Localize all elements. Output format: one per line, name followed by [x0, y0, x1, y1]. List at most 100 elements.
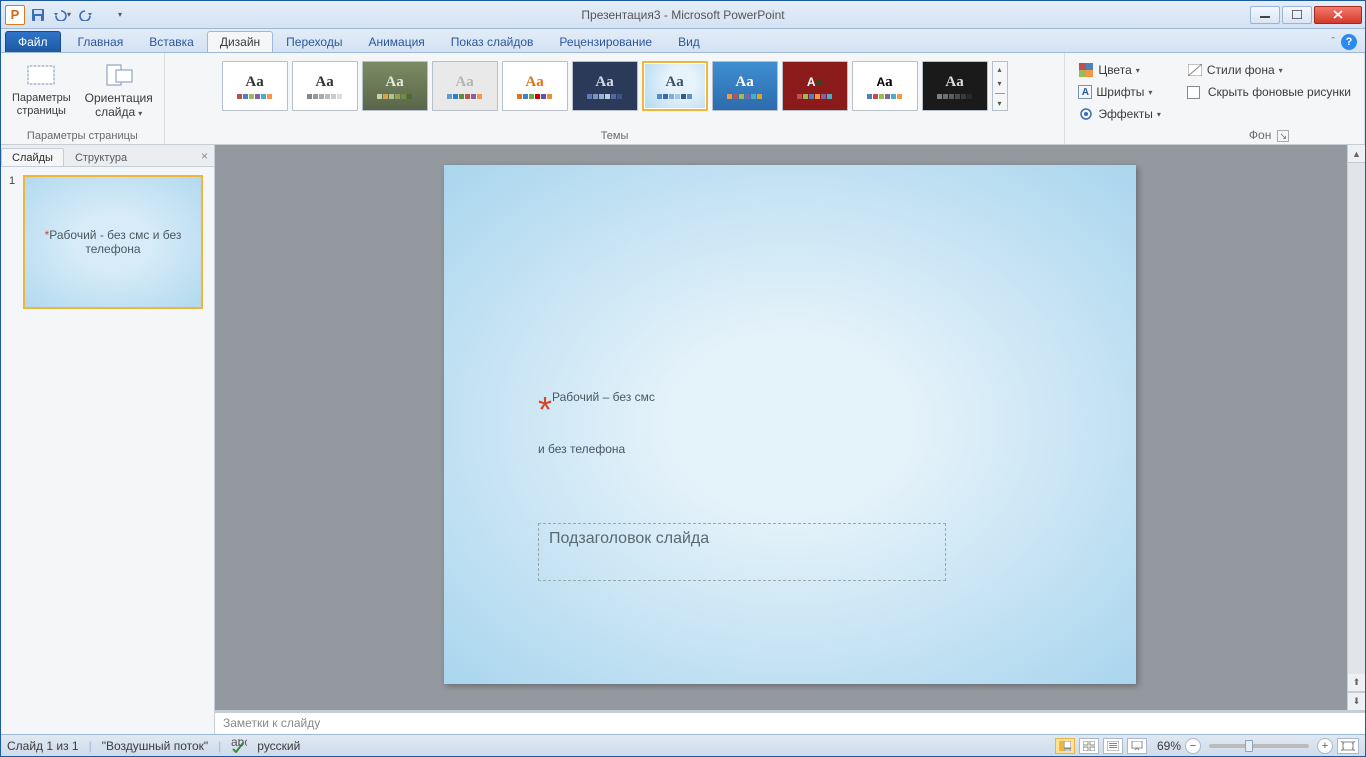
save-icon	[31, 8, 45, 22]
title-bar: P ▾ ▾ Презентация3 - Microsoft PowerPoin…	[1, 1, 1365, 29]
scroll-up-button[interactable]: ▲	[1348, 145, 1365, 163]
dialog-launcher-icon[interactable]: ↘	[1277, 130, 1289, 142]
tab-review[interactable]: Рецензирование	[546, 31, 665, 52]
window-title: Презентация3 - Microsoft PowerPoint	[581, 8, 784, 22]
background-styles-button[interactable]: Стили фона ▾	[1182, 59, 1356, 81]
undo-button[interactable]: ▾	[51, 4, 73, 26]
canvas-area[interactable]: *Рабочий – без смс *Рабочий – без смс и …	[215, 145, 1365, 710]
slide-canvas[interactable]: *Рабочий – без смс *Рабочий – без смс и …	[444, 165, 1136, 684]
help-icon[interactable]: ?	[1341, 34, 1357, 50]
undo-icon	[53, 9, 67, 21]
quick-access-toolbar: P ▾ ▾	[1, 4, 131, 26]
qat-customize-button[interactable]: ▾	[109, 4, 131, 26]
theme-thumb-5[interactable]: Aa	[502, 61, 568, 111]
orientation-label: Ориентация слайда ▾	[85, 92, 153, 120]
page-setup-button[interactable]: Параметры страницы	[7, 57, 76, 120]
svg-text:abc: abc	[231, 739, 247, 749]
window-controls	[1249, 4, 1365, 26]
redo-button[interactable]	[75, 4, 97, 26]
workspace: *Рабочий – без смс *Рабочий – без смс и …	[215, 145, 1365, 734]
tab-file[interactable]: Файл	[5, 31, 61, 52]
hide-background-checkbox[interactable]: Скрыть фоновые рисунки	[1182, 82, 1356, 102]
tab-insert[interactable]: Вставка	[136, 31, 207, 52]
tab-slideshow[interactable]: Показ слайдов	[438, 31, 547, 52]
theme-thumb-10[interactable]: Aa	[852, 61, 918, 111]
scroll-track[interactable]	[1348, 163, 1365, 674]
close-button[interactable]	[1314, 6, 1362, 24]
group-background: Стили фона ▾ Скрыть фоновые рисунки Фон …	[1174, 53, 1365, 144]
status-slide-info[interactable]: Слайд 1 из 1	[7, 739, 79, 753]
tab-transitions[interactable]: Переходы	[273, 31, 355, 52]
slides-panel: Слайды Структура × 1 *Рабочий - без смс …	[1, 145, 215, 734]
reading-view-button[interactable]	[1103, 738, 1123, 754]
powerpoint-logo-icon: P	[5, 5, 25, 25]
tab-animations[interactable]: Анимация	[355, 31, 437, 52]
theme-thumb-11[interactable]: Aa	[922, 61, 988, 111]
panel-tab-slides[interactable]: Слайды	[1, 148, 64, 166]
effects-icon	[1078, 106, 1094, 122]
thumb-title: *Рабочий - без смс и без телефона	[25, 228, 201, 256]
slides-panel-tabs: Слайды Структура ×	[1, 145, 214, 167]
status-bar: Слайд 1 из 1 | "Воздушный поток" | abc р…	[1, 734, 1365, 756]
group-themes: Aa Aa Aa Aa Aa Aa Aa Aa Aa Aa Aa ▴▾▾ Тем…	[165, 53, 1066, 144]
zoom-slider[interactable]	[1209, 744, 1309, 748]
checkbox-icon	[1187, 86, 1200, 99]
colors-button[interactable]: Цвета ▾	[1073, 59, 1166, 81]
thumbnails-list[interactable]: 1 *Рабочий - без смс и без телефона	[1, 167, 214, 734]
tab-home[interactable]: Главная	[65, 31, 137, 52]
redo-icon	[79, 9, 93, 21]
next-slide-button[interactable]: ⬇	[1348, 692, 1365, 710]
background-styles-icon	[1187, 62, 1203, 78]
powerpoint-window: P ▾ ▾ Презентация3 - Microsoft PowerPoin…	[0, 0, 1366, 757]
panel-close-button[interactable]: ×	[195, 149, 214, 163]
group-title-themes: Темы	[601, 128, 629, 142]
maximize-icon	[1292, 10, 1302, 19]
theme-thumb-4[interactable]: Aa	[432, 61, 498, 111]
save-button[interactable]	[27, 4, 49, 26]
theme-thumb-3[interactable]: Aa	[362, 61, 428, 111]
zoom-out-button[interactable]: −	[1185, 738, 1201, 754]
ribbon: Параметры страницы Ориентация слайда ▾ П…	[1, 53, 1365, 145]
minimize-ribbon-button[interactable]: ˆ	[1331, 36, 1335, 48]
colors-icon	[1078, 62, 1094, 78]
ribbon-tabs: Файл Главная Вставка Дизайн Переходы Ани…	[1, 29, 1365, 53]
sorter-view-button[interactable]	[1079, 738, 1099, 754]
slide-thumbnail-1[interactable]: 1 *Рабочий - без смс и без телефона	[9, 175, 206, 309]
tab-view[interactable]: Вид	[665, 31, 713, 52]
tab-design[interactable]: Дизайн	[207, 31, 273, 52]
orientation-button[interactable]: Ориентация слайда ▾	[80, 57, 158, 123]
group-title-background: Фон ↘	[1249, 126, 1289, 142]
minimize-button[interactable]	[1250, 6, 1280, 24]
effects-button[interactable]: Эффекты ▾	[1073, 103, 1166, 125]
vertical-scrollbar[interactable]: ▲ ⬆ ⬇	[1347, 145, 1365, 710]
slide-subtitle-placeholder[interactable]: Подзаголовок слайда	[538, 523, 946, 581]
status-language[interactable]: русский	[257, 739, 300, 753]
theme-thumb-7[interactable]: Aa	[642, 61, 708, 111]
fonts-button[interactable]: AШрифты ▾	[1073, 82, 1166, 102]
group-themes-extras: Цвета ▾ AШрифты ▾ Эффекты ▾	[1065, 53, 1174, 144]
body: Слайды Структура × 1 *Рабочий - без смс …	[1, 145, 1365, 734]
prev-slide-button[interactable]: ⬆	[1348, 674, 1365, 692]
zoom-level[interactable]: 69%	[1157, 739, 1181, 753]
maximize-button[interactable]	[1282, 6, 1312, 24]
fonts-icon: A	[1078, 85, 1092, 99]
zoom-in-button[interactable]: +	[1317, 738, 1333, 754]
slideshow-view-button[interactable]	[1127, 738, 1147, 754]
themes-more-button[interactable]: ▴▾▾	[992, 61, 1008, 111]
theme-thumb-2[interactable]: Aa	[292, 61, 358, 111]
theme-thumb-1[interactable]: Aa	[222, 61, 288, 111]
notes-pane[interactable]: Заметки к слайду	[215, 710, 1365, 734]
status-theme[interactable]: "Воздушный поток"	[102, 739, 208, 753]
theme-thumb-9[interactable]: Aa	[782, 61, 848, 111]
theme-thumb-6[interactable]: Aa	[572, 61, 638, 111]
group-page-setup: Параметры страницы Ориентация слайда ▾ П…	[1, 53, 165, 144]
slide-title-placeholder[interactable]: *Рабочий – без смс *Рабочий – без смс и …	[538, 391, 1058, 462]
normal-view-button[interactable]	[1055, 738, 1075, 754]
theme-thumb-8[interactable]: Aa	[712, 61, 778, 111]
page-setup-icon	[26, 62, 56, 88]
panel-tab-outline[interactable]: Структура	[64, 148, 138, 166]
zoom-thumb[interactable]	[1245, 740, 1253, 752]
spellcheck-icon[interactable]: abc	[231, 739, 247, 753]
thumb-number: 1	[9, 175, 19, 309]
fit-slide-button[interactable]	[1337, 738, 1359, 754]
